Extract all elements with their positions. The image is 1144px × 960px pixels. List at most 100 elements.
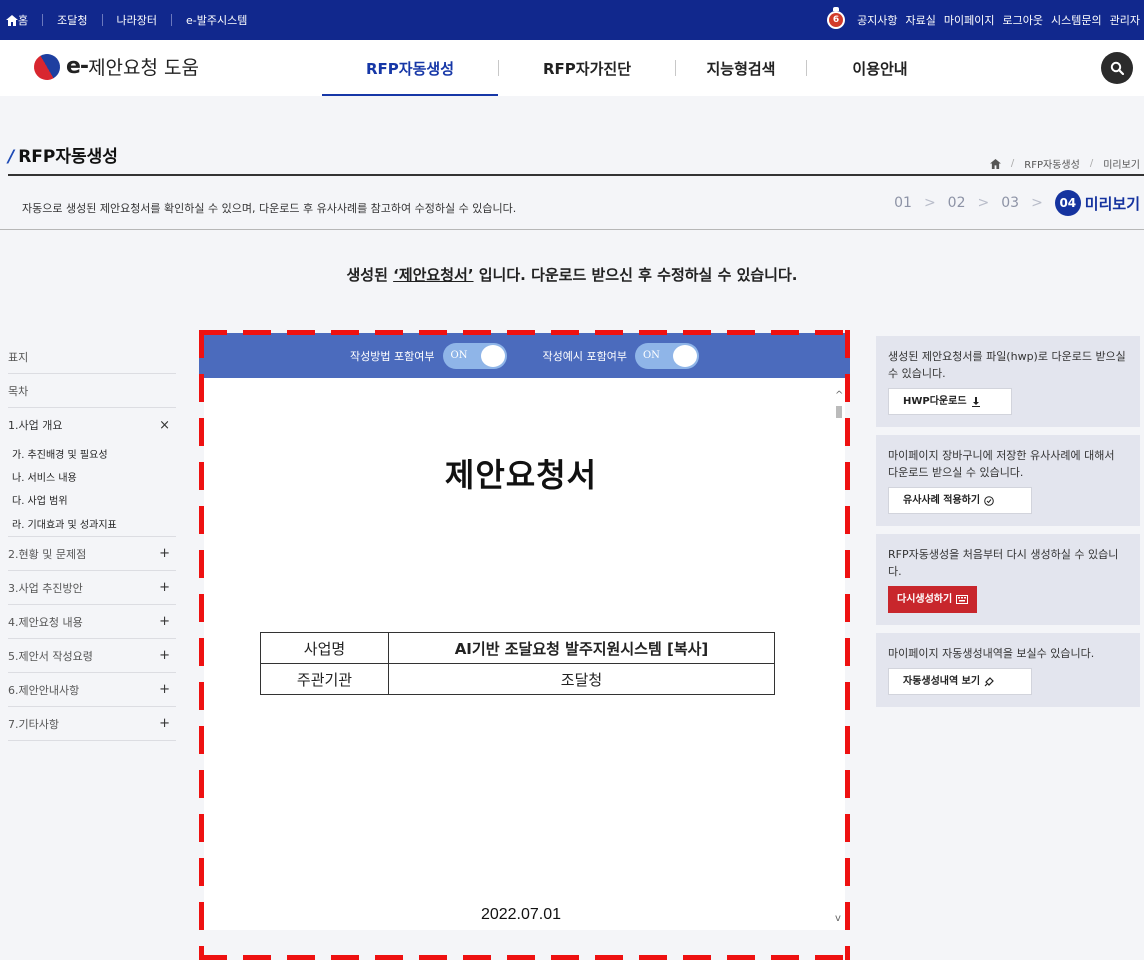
main-nav: RFP자동생성 RFP자가진단 지능형검색 이용안내: [322, 40, 953, 96]
expand-icon[interactable]: +: [159, 682, 170, 697]
scroll-down-icon[interactable]: v: [835, 913, 841, 924]
toc-subitem[interactable]: 나. 서비스 내용: [8, 465, 176, 488]
table-row: 사업명 AI기반 조달요청 발주지원시스템 [복사]: [260, 632, 775, 664]
table-value: AI기반 조달요청 발주지원시스템 [복사]: [388, 632, 775, 664]
expand-icon[interactable]: +: [159, 614, 170, 629]
regenerate-button[interactable]: 다시생성하기: [888, 586, 978, 613]
search-button[interactable]: [1101, 52, 1133, 84]
page-description: 자동으로 생성된 제안요청서를 확인하실 수 있으며, 다운로드 후 유사사례를…: [22, 202, 517, 215]
link-admin[interactable]: 관리자: [1110, 12, 1140, 28]
check-circle-icon: [984, 495, 994, 506]
scroll-thumb[interactable]: [836, 406, 842, 418]
result-headline: 생성된 ‘제안요청서’ 입니다. 다운로드 받으신 후 수정하실 수 있습니다.: [346, 266, 798, 284]
expand-icon[interactable]: +: [159, 716, 170, 731]
document-toc: 표지 목차 1.사업 개요 × 가. 추진배경 및 필요성 나. 서비스 내용 다…: [8, 340, 176, 741]
keyboard-icon: [956, 595, 969, 604]
toggle-method-label: 작성방법 포함여부: [350, 349, 435, 363]
viewer-toolbar: 작성방법 포함여부 ON 작성예시 포함여부 ON: [199, 333, 850, 378]
collapse-icon[interactable]: ×: [159, 418, 170, 433]
document-scrollbar[interactable]: ^ v: [834, 390, 844, 930]
toc-section-1[interactable]: 1.사업 개요 ×: [8, 408, 176, 442]
toc-section-2[interactable]: 2.현황 및 문제점 +: [8, 537, 176, 571]
toc-section-3[interactable]: 3.사업 추진방안 +: [8, 571, 176, 605]
top-utility-bar: 홈 조달청 나라장터 e-발주시스템 6 공지사항 자료실 마이페이지 로그아웃…: [0, 0, 1144, 40]
chevron-right-icon: >: [1031, 195, 1043, 211]
divider: [170, 14, 172, 26]
nav-guide[interactable]: 이용안내: [807, 40, 953, 96]
site-logo[interactable]: e- 제안요청 도움: [29, 48, 199, 85]
toc-subitem[interactable]: 라. 기대효과 및 성과지표: [8, 511, 176, 537]
highlight-border: [199, 330, 850, 335]
toggle-knob: [480, 344, 505, 367]
link-pps[interactable]: 조달청: [57, 12, 87, 28]
toc-subitem[interactable]: 다. 사업 범위: [8, 488, 176, 511]
highlight-border: [845, 330, 850, 960]
description-divider: [0, 229, 1144, 230]
home-link[interactable]: 홈: [6, 12, 28, 28]
toggle-knob: [672, 344, 697, 367]
toggle-example-switch[interactable]: ON: [634, 342, 699, 369]
hwp-download-button[interactable]: HWP다운로드: [888, 388, 1012, 415]
link-notice[interactable]: 공지사항: [857, 12, 897, 28]
nav-rfp-auto[interactable]: RFP자동생성: [322, 40, 498, 96]
download-icon: [971, 396, 980, 407]
page-title: / RFP자동생성: [8, 147, 118, 167]
home-icon[interactable]: [989, 158, 1001, 169]
nav-rfp-self-check[interactable]: RFP자가진단: [499, 40, 675, 96]
expand-icon[interactable]: +: [159, 546, 170, 561]
link-e-order[interactable]: e-발주시스템: [186, 12, 247, 28]
link-icon: [984, 676, 994, 686]
similar-case-card: 마이페이지 장바구니에 저장한 유사사례에 대해서 다운로드 받으실 수 있습니…: [876, 435, 1140, 526]
title-divider: [8, 174, 1144, 176]
breadcrumb: / RFP자동생성 / 미리보기: [989, 156, 1140, 171]
expand-icon[interactable]: +: [159, 580, 170, 595]
regenerate-card: RFP자동생성을 처음부터 다시 생성하실 수 있습니다. 다시생성하기: [876, 534, 1140, 625]
table-key: 주관기관: [260, 663, 389, 695]
toc-cover[interactable]: 표지: [8, 340, 176, 374]
toc-contents[interactable]: 목차: [8, 374, 176, 408]
toc-section-5[interactable]: 5.제안서 작성요령 +: [8, 639, 176, 673]
action-panel: 생성된 제안요청서를 파일(hwp)로 다운로드 받으실 수 있습니다. HWP…: [876, 336, 1140, 715]
search-icon: [1110, 61, 1124, 75]
chevron-right-icon: >: [977, 195, 990, 211]
view-history-button[interactable]: 자동생성내역 보기: [888, 668, 1032, 695]
table-value: 조달청: [388, 663, 775, 695]
step-indicator: 01 > 02 > 03 > 04 미리보기: [894, 190, 1140, 216]
toc-section-7[interactable]: 7.기타사항 +: [8, 707, 176, 741]
link-archive[interactable]: 자료실: [906, 12, 936, 28]
breadcrumb-item[interactable]: RFP자동생성: [1024, 156, 1080, 171]
home-icon: [6, 14, 18, 26]
link-narajangteo[interactable]: 나라장터: [117, 12, 157, 28]
step-3: 03: [1001, 195, 1020, 211]
history-card: 마이페이지 자동생성내역을 보실수 있습니다. 자동생성내역 보기: [876, 633, 1140, 707]
chevron-right-icon: >: [923, 195, 936, 211]
highlight-border: [199, 330, 204, 960]
title-slash-icon: /: [8, 147, 15, 167]
step-current: 04 미리보기: [1054, 190, 1140, 216]
notification-timer-icon[interactable]: 6: [827, 7, 846, 29]
table-key: 사업명: [260, 632, 389, 664]
document-preview[interactable]: 제안요청서 사업명 AI기반 조달요청 발주지원시스템 [복사] 주관기관 조달…: [204, 378, 845, 930]
divider: [42, 14, 44, 26]
toggle-example-label: 작성예시 포함여부: [542, 349, 627, 363]
toggle-example-group: 작성예시 포함여부 ON: [542, 342, 699, 369]
taegeuk-emblem-icon: [29, 48, 65, 85]
scroll-up-icon[interactable]: ^: [835, 390, 843, 401]
link-system-inquiry[interactable]: 시스템문의: [1051, 12, 1102, 28]
breadcrumb-current: 미리보기: [1103, 160, 1140, 171]
expand-icon[interactable]: +: [159, 648, 170, 663]
toggle-method-group: 작성방법 포함여부 ON: [350, 342, 507, 369]
toc-section-6[interactable]: 6.제안안내사항 +: [8, 673, 176, 707]
link-mypage[interactable]: 마이페이지: [944, 12, 995, 28]
highlight-border: [199, 955, 850, 960]
main-header: e- 제안요청 도움 RFP자동생성 RFP자가진단 지능형검색 이용안내: [0, 40, 1144, 96]
nav-smart-search[interactable]: 지능형검색: [676, 40, 806, 96]
toggle-method-switch[interactable]: ON: [442, 342, 507, 369]
breadcrumb-separator: /: [1010, 158, 1015, 169]
toc-subitem[interactable]: 가. 추진배경 및 필요성: [8, 442, 176, 465]
apply-similar-case-button[interactable]: 유사사례 적용하기: [888, 487, 1032, 514]
breadcrumb-separator: /: [1089, 158, 1094, 169]
toc-section-4[interactable]: 4.제안요청 내용 +: [8, 605, 176, 639]
document-date: 2022.07.01: [480, 906, 562, 923]
link-logout[interactable]: 로그아웃: [1003, 12, 1043, 28]
